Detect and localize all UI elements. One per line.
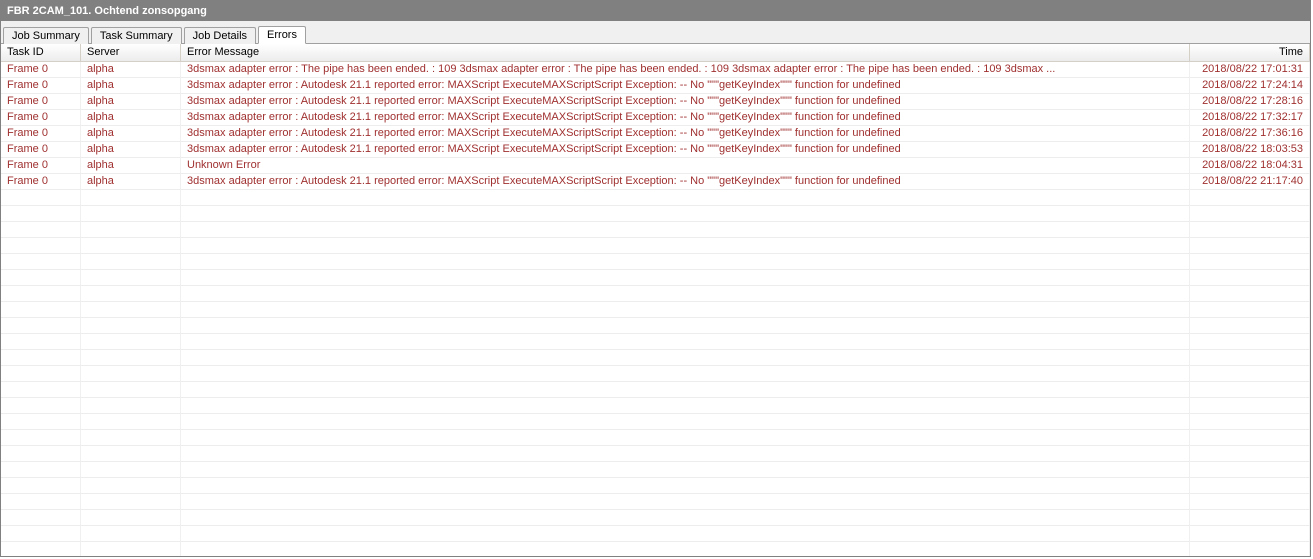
cell-task-id: Frame 0 bbox=[1, 158, 81, 173]
cell-time: 2018/08/22 21:17:40 bbox=[1190, 174, 1310, 189]
cell-task-id: Frame 0 bbox=[1, 174, 81, 189]
cell-time: 2018/08/22 17:01:31 bbox=[1190, 62, 1310, 77]
table-row-empty bbox=[1, 414, 1310, 430]
table-row-empty bbox=[1, 382, 1310, 398]
table-row[interactable]: Frame 0alpha3dsmax adapter error : Autod… bbox=[1, 174, 1310, 190]
table-row[interactable]: Frame 0alphaUnknown Error2018/08/22 18:0… bbox=[1, 158, 1310, 174]
cell-error-message: 3dsmax adapter error : The pipe has been… bbox=[181, 62, 1190, 77]
column-header-server[interactable]: Server bbox=[81, 44, 181, 61]
table-row-empty bbox=[1, 222, 1310, 238]
table-row[interactable]: Frame 0alpha3dsmax adapter error : The p… bbox=[1, 62, 1310, 78]
cell-server: alpha bbox=[81, 62, 181, 77]
cell-task-id: Frame 0 bbox=[1, 62, 81, 77]
table-row-empty bbox=[1, 350, 1310, 366]
cell-server: alpha bbox=[81, 110, 181, 125]
cell-time: 2018/08/22 17:28:16 bbox=[1190, 94, 1310, 109]
table-row-empty bbox=[1, 526, 1310, 542]
table-row-empty bbox=[1, 238, 1310, 254]
table-row[interactable]: Frame 0alpha3dsmax adapter error : Autod… bbox=[1, 110, 1310, 126]
table-row-empty bbox=[1, 398, 1310, 414]
cell-error-message: 3dsmax adapter error : Autodesk 21.1 rep… bbox=[181, 126, 1190, 141]
table-header: Task ID Server Error Message Time bbox=[1, 44, 1310, 62]
table-row-empty bbox=[1, 478, 1310, 494]
cell-time: 2018/08/22 18:04:31 bbox=[1190, 158, 1310, 173]
table-row-empty bbox=[1, 334, 1310, 350]
error-table[interactable]: Frame 0alpha3dsmax adapter error : The p… bbox=[1, 62, 1310, 556]
table-row-empty bbox=[1, 302, 1310, 318]
table-row-empty bbox=[1, 254, 1310, 270]
cell-server: alpha bbox=[81, 126, 181, 141]
column-header-time[interactable]: Time bbox=[1190, 44, 1310, 61]
cell-server: alpha bbox=[81, 78, 181, 93]
table-row-empty bbox=[1, 430, 1310, 446]
cell-time: 2018/08/22 18:03:53 bbox=[1190, 142, 1310, 157]
table-row-empty bbox=[1, 318, 1310, 334]
table-row-empty bbox=[1, 462, 1310, 478]
cell-time: 2018/08/22 17:24:14 bbox=[1190, 78, 1310, 93]
table-row[interactable]: Frame 0alpha3dsmax adapter error : Autod… bbox=[1, 78, 1310, 94]
cell-task-id: Frame 0 bbox=[1, 78, 81, 93]
table-row-empty bbox=[1, 510, 1310, 526]
cell-error-message: 3dsmax adapter error : Autodesk 21.1 rep… bbox=[181, 174, 1190, 189]
cell-error-message: 3dsmax adapter error : Autodesk 21.1 rep… bbox=[181, 110, 1190, 125]
cell-error-message: 3dsmax adapter error : Autodesk 21.1 rep… bbox=[181, 94, 1190, 109]
cell-server: alpha bbox=[81, 94, 181, 109]
cell-server: alpha bbox=[81, 158, 181, 173]
table-row-empty bbox=[1, 286, 1310, 302]
table-row-empty bbox=[1, 542, 1310, 556]
cell-task-id: Frame 0 bbox=[1, 142, 81, 157]
cell-error-message: 3dsmax adapter error : Autodesk 21.1 rep… bbox=[181, 78, 1190, 93]
window-title-bar: FBR 2CAM_101. Ochtend zonsopgang bbox=[1, 1, 1310, 21]
cell-task-id: Frame 0 bbox=[1, 94, 81, 109]
table-row[interactable]: Frame 0alpha3dsmax adapter error : Autod… bbox=[1, 94, 1310, 110]
app-window: FBR 2CAM_101. Ochtend zonsopgang Job Sum… bbox=[0, 0, 1311, 557]
column-header-task[interactable]: Task ID bbox=[1, 44, 81, 61]
table-row-empty bbox=[1, 206, 1310, 222]
cell-time: 2018/08/22 17:32:17 bbox=[1190, 110, 1310, 125]
cell-error-message: Unknown Error bbox=[181, 158, 1190, 173]
cell-time: 2018/08/22 17:36:16 bbox=[1190, 126, 1310, 141]
cell-server: alpha bbox=[81, 174, 181, 189]
table-row[interactable]: Frame 0alpha3dsmax adapter error : Autod… bbox=[1, 142, 1310, 158]
cell-task-id: Frame 0 bbox=[1, 110, 81, 125]
tab-job-details[interactable]: Job Details bbox=[184, 27, 256, 44]
table-row[interactable]: Frame 0alpha3dsmax adapter error : Autod… bbox=[1, 126, 1310, 142]
window-title: FBR 2CAM_101. Ochtend zonsopgang bbox=[7, 5, 207, 17]
tab-task-summary[interactable]: Task Summary bbox=[91, 27, 182, 44]
table-row-empty bbox=[1, 446, 1310, 462]
table-row-empty bbox=[1, 494, 1310, 510]
tab-errors[interactable]: Errors bbox=[258, 26, 306, 44]
tab-bar: Job SummaryTask SummaryJob DetailsErrors bbox=[1, 21, 1310, 44]
table-row-empty bbox=[1, 270, 1310, 286]
tab-job-summary[interactable]: Job Summary bbox=[3, 27, 89, 44]
table-row-empty bbox=[1, 366, 1310, 382]
cell-server: alpha bbox=[81, 142, 181, 157]
column-header-error-message[interactable]: Error Message bbox=[181, 44, 1190, 61]
table-row-empty bbox=[1, 190, 1310, 206]
cell-task-id: Frame 0 bbox=[1, 126, 81, 141]
cell-error-message: 3dsmax adapter error : Autodesk 21.1 rep… bbox=[181, 142, 1190, 157]
